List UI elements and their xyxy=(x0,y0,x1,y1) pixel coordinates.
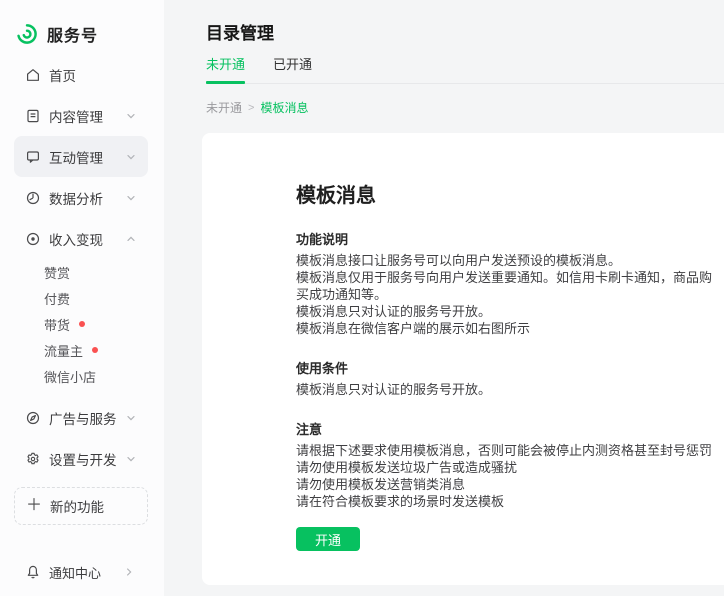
breadcrumb-parent[interactable]: 未开通 xyxy=(206,99,242,116)
content-card: 模板消息 功能说明 模板消息接口让服务号可以向用户发送预设的模板消息。 模板消息… xyxy=(202,133,724,585)
section-notice: 注意 请根据下述要求使用模板消息，否则可能会被停止内测资格甚至封号惩罚 请勿使用… xyxy=(296,421,724,510)
plus-icon: ＋ xyxy=(26,498,42,514)
sidebar-nav: 首页 内容管理 互动管理 xyxy=(0,54,164,525)
chevron-down-icon xyxy=(126,454,136,464)
section-line: 模板消息在微信客户端的展示如右图所示 xyxy=(296,320,724,337)
sidebar-item-home[interactable]: 首页 xyxy=(14,54,148,95)
open-button[interactable]: 开通 xyxy=(296,527,360,551)
section-line: 模板消息仅用于服务号向用户发送重要通知。如信用卡刷卡通知，商品购买成功通知等。 xyxy=(296,269,724,303)
sidebar-item-income-monetization[interactable]: 收入变现 xyxy=(14,218,148,259)
red-dot-badge xyxy=(92,347,98,353)
section-line: 请根据下述要求使用模板消息，否则可能会被停止内测资格甚至封号惩罚 xyxy=(296,442,724,459)
section-heading: 使用条件 xyxy=(296,360,724,378)
notice-center-item[interactable]: 通知中心 xyxy=(0,552,164,592)
sidebar-item-label: 互动管理 xyxy=(49,147,103,167)
sidebar-item-label: 首页 xyxy=(49,65,76,85)
page-header: 目录管理 未开通 已开通 未开通 > 模板消息 xyxy=(164,0,724,116)
section-line: 请勿使用模板发送垃圾广告或造成骚扰 xyxy=(296,459,724,476)
sidebar-item-interaction-management[interactable]: 互动管理 xyxy=(14,136,148,177)
chevron-up-icon xyxy=(126,234,136,244)
gear-icon xyxy=(25,451,41,467)
subitem-label: 流量主 xyxy=(44,341,83,360)
chevron-down-icon xyxy=(126,413,136,423)
brand-name: 服务号 xyxy=(47,22,98,46)
sidebar-item-content-management[interactable]: 内容管理 xyxy=(14,95,148,136)
section-line: 模板消息只对认证的服务号开放。 xyxy=(296,303,724,320)
subitem-label: 带货 xyxy=(44,315,70,334)
page-title: 目录管理 xyxy=(206,23,724,45)
chevron-down-icon xyxy=(126,111,136,121)
compass-icon xyxy=(25,410,41,426)
subitem-label: 赞赏 xyxy=(44,263,70,282)
content-title: 模板消息 xyxy=(296,184,724,208)
sidebar-item-label: 数据分析 xyxy=(49,188,103,208)
section-line: 模板消息只对认证的服务号开放。 xyxy=(296,381,724,398)
document-icon xyxy=(25,108,41,124)
chevron-down-icon xyxy=(126,152,136,162)
sidebar-subitem-wechat-store[interactable]: 微信小店 xyxy=(14,363,148,389)
subitem-label: 微信小店 xyxy=(44,367,96,386)
main-area: 目录管理 未开通 已开通 未开通 > 模板消息 模板消息 功能说明 模板消息接口… xyxy=(164,0,724,596)
section-line: 请在符合模板要求的场景时发送模板 xyxy=(296,493,724,510)
breadcrumb-separator: > xyxy=(248,102,254,114)
pie-chart-icon xyxy=(25,190,41,206)
section-feature-description: 功能说明 模板消息接口让服务号可以向用户发送预设的模板消息。 模板消息仅用于服务… xyxy=(296,231,724,337)
new-feature-button[interactable]: ＋ 新的功能 xyxy=(14,487,148,525)
sidebar-subitem-appreciation[interactable]: 赞赏 xyxy=(14,259,148,285)
chevron-right-icon xyxy=(124,567,134,577)
section-usage-condition: 使用条件 模板消息只对认证的服务号开放。 xyxy=(296,360,724,398)
section-heading: 功能说明 xyxy=(296,231,724,249)
bell-icon xyxy=(25,564,41,580)
sidebar-item-settings-dev[interactable]: 设置与开发 xyxy=(14,438,148,479)
sidebar: 服务号 首页 内容管理 xyxy=(0,0,164,596)
tab-unopened[interactable]: 未开通 xyxy=(206,55,245,83)
sidebar-subitem-traffic-monetize[interactable]: 流量主 xyxy=(14,337,148,363)
sidebar-item-label: 内容管理 xyxy=(49,106,103,126)
brand-header: 服务号 xyxy=(0,0,164,49)
sidebar-item-label: 设置与开发 xyxy=(49,449,117,469)
tab-bar: 未开通 已开通 xyxy=(206,55,724,84)
sidebar-subitem-goods-selling[interactable]: 带货 xyxy=(14,311,148,337)
notice-center-label: 通知中心 xyxy=(49,563,101,582)
breadcrumb-current: 模板消息 xyxy=(260,99,308,116)
sidebar-item-ads-services[interactable]: 广告与服务 xyxy=(14,397,148,438)
brand-logo-icon xyxy=(16,23,38,45)
sidebar-subitem-paid-content[interactable]: 付费 xyxy=(14,285,148,311)
sidebar-item-data-analysis[interactable]: 数据分析 xyxy=(14,177,148,218)
section-heading: 注意 xyxy=(296,421,724,439)
tab-opened[interactable]: 已开通 xyxy=(273,55,312,83)
chevron-down-icon xyxy=(126,193,136,203)
chat-icon xyxy=(25,149,41,165)
breadcrumb: 未开通 > 模板消息 xyxy=(206,99,724,116)
section-line: 请勿使用模板发送营销类消息 xyxy=(296,476,724,493)
new-feature-label: 新的功能 xyxy=(50,496,104,516)
sidebar-item-label: 收入变现 xyxy=(49,229,103,249)
subitem-label: 付费 xyxy=(44,289,70,308)
sidebar-item-label: 广告与服务 xyxy=(49,408,117,428)
home-icon xyxy=(25,67,41,83)
section-line: 模板消息接口让服务号可以向用户发送预设的模板消息。 xyxy=(296,252,724,269)
target-icon xyxy=(25,231,41,247)
red-dot-badge xyxy=(79,321,85,327)
